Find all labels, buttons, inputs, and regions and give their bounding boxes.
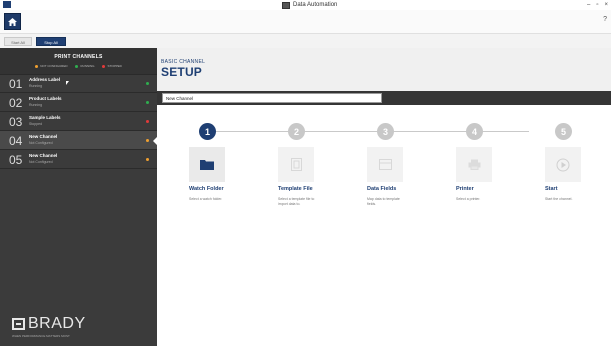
status-dot-icon [146,139,149,142]
channel-controls-bar: Start All Stop All [0,34,611,49]
channel-status: Running [29,84,43,88]
step-title-template-file: Template File [278,186,313,192]
legend-item-stopped: STOPPED [102,64,122,68]
legend-dot-icon [75,64,79,68]
legend-label: NOT CONFIGURED [40,64,68,68]
folder-icon [200,160,214,170]
channel-name-bar [157,91,611,105]
maximize-button[interactable]: ▫ [596,0,598,10]
channel-name: Product Labels [29,96,62,101]
step-title-watch-folder: Watch Folder [189,186,224,192]
brand-logo: BRADY WHEN PERFORMANCE MATTERS MOST [12,316,86,338]
print-channels-sidebar: PRINT CHANNELS NOT CONFIGURED RUNNING ST… [0,48,157,346]
home-button[interactable] [4,13,21,30]
window-title: Data Automation [293,2,338,8]
close-button[interactable]: × [604,0,608,10]
channel-name: New Channel [29,153,58,158]
channel-item-02[interactable]: 02 Product Labels Running [0,93,157,112]
channel-status: Stopped [29,122,43,126]
channel-status: Running [29,103,43,107]
brady-mark-icon [12,318,25,330]
start-all-button[interactable]: Start All [4,37,32,46]
step-title-printer: Printer [456,186,474,192]
start-tile[interactable] [545,147,581,182]
window-title-group: Data Automation [282,0,337,10]
channel-number: 01 [9,77,23,91]
app-title-icon [282,1,290,9]
step-4-circle[interactable]: 4 [466,123,483,140]
window-controls: – ▫ × [587,0,608,10]
legend-dot-icon [35,64,39,68]
step-title-start: Start [545,186,558,192]
step-desc-start: Start the channel. [545,197,573,201]
minimize-button[interactable]: – [587,0,590,10]
help-button[interactable]: ? [603,16,607,23]
step-5-circle[interactable]: 5 [555,123,572,140]
app-logo-icon [3,1,11,8]
channel-name: Sample Labels [29,115,61,120]
template-icon [290,158,302,171]
legend-label: RUNNING [80,64,95,68]
data-fields-icon [378,159,392,170]
stop-all-button[interactable]: Stop All [36,37,66,46]
channel-item-01[interactable]: 01 Address Label Running [0,74,157,93]
channel-item-03[interactable]: 03 Sample Labels Stopped [0,112,157,131]
legend-item-not-configured: NOT CONFIGURED [35,64,67,68]
step-desc-data-fields: Map data to template fields. [367,197,400,206]
channel-number: 04 [9,134,23,148]
printer-icon [468,159,480,170]
status-dot-icon [146,82,149,85]
status-legend: NOT CONFIGURED RUNNING STOPPED [0,64,157,68]
setup-panel: BASIC CHANNEL SETUP 1 2 3 4 5 [157,48,611,346]
brand-name: BRADY [28,315,86,332]
brand-row: BRADY [12,316,86,332]
legend-label: STOPPED [107,64,122,68]
legend-item-running: RUNNING [75,64,94,68]
watch-folder-tile[interactable] [189,147,225,182]
channel-item-05[interactable]: 05 New Channel Not Configured [0,150,157,169]
status-dot-icon [146,101,149,104]
brand-tagline: WHEN PERFORMANCE MATTERS MOST [12,334,70,338]
channel-number: 02 [9,96,23,110]
sidebar-title: PRINT CHANNELS [54,54,103,60]
step-3-circle[interactable]: 3 [377,123,394,140]
step-1-circle[interactable]: 1 [199,123,216,140]
sidebar-header: PRINT CHANNELS NOT CONFIGURED RUNNING ST… [0,48,157,75]
step-title-data-fields: Data Fields [367,186,397,192]
step-desc-printer: Select a printer. [456,197,481,201]
page-title: SETUP [161,65,203,79]
channel-status: Not Configured [29,160,53,164]
channel-name-input[interactable] [162,93,382,103]
ribbon: ? [0,10,611,34]
home-icon [8,17,17,26]
legend-dot-icon [102,64,106,68]
channel-name: Address Label [29,77,61,82]
step-desc-watch-folder: Select a watch folder. [189,197,223,201]
status-dot-icon [146,120,149,123]
mouse-cursor-icon [66,81,69,85]
channel-item-04[interactable]: 04 New Channel Not Configured [0,131,157,150]
step-desc-template-file: Select a template file to import data to… [278,197,315,206]
channel-status: Not Configured [29,141,53,145]
template-file-tile[interactable] [278,147,314,182]
status-dot-icon [146,158,149,161]
channel-number: 05 [9,153,23,167]
channel-number: 03 [9,115,23,129]
data-fields-tile[interactable] [367,147,403,182]
play-icon [556,158,570,171]
channel-name: New Channel [29,134,58,139]
printer-tile[interactable] [456,147,492,182]
setup-steps: 1 2 3 4 5 Watch Folder Template File Dat… [157,105,611,346]
step-2-circle[interactable]: 2 [288,123,305,140]
